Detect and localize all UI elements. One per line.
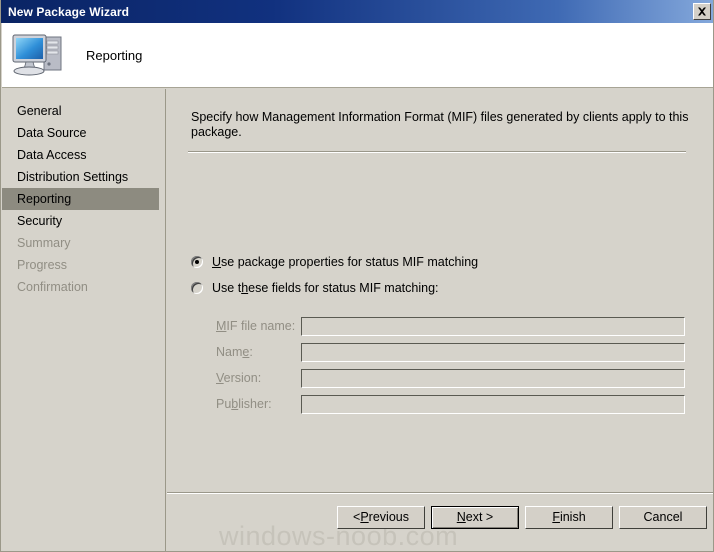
window-title: New Package Wizard	[8, 4, 130, 19]
close-x-icon	[697, 7, 707, 16]
radio-indicator-unselected	[191, 282, 203, 294]
field-row-version: Version:	[191, 368, 685, 388]
new-package-wizard-dialog: New Package Wizard Reporting General Dat…	[0, 0, 714, 552]
field-row-publisher: Publisher:	[191, 394, 685, 414]
content-divider	[188, 151, 686, 153]
radio-indicator-selected	[191, 256, 203, 268]
sidebar-item-data-access[interactable]: Data Access	[2, 144, 165, 166]
wizard-button-bar: < Previous Next > Finish Cancel	[167, 504, 713, 530]
radio-use-these-fields[interactable]: Use these fields for status MIF matching…	[191, 281, 439, 295]
next-button[interactable]: Next >	[431, 505, 519, 529]
sidebar-item-reporting[interactable]: Reporting	[2, 188, 159, 210]
version-label: Version:	[216, 371, 262, 385]
mif-file-name-input	[301, 316, 685, 336]
computer-monitor-icon	[10, 29, 68, 81]
cancel-button[interactable]: Cancel	[619, 505, 707, 529]
radio-dot-icon	[195, 260, 199, 264]
previous-button[interactable]: < Previous	[337, 505, 425, 529]
name-label: Name:	[216, 345, 253, 359]
radio-use-these-fields-label: Use these fields for status MIF matching…	[212, 281, 439, 295]
publisher-input	[301, 394, 685, 414]
instruction-text: Specify how Management Information Forma…	[191, 110, 689, 139]
publisher-label: Publisher:	[216, 397, 272, 411]
button-bar-divider	[167, 492, 713, 494]
close-button[interactable]	[693, 3, 711, 20]
radio-use-package-properties[interactable]: Use package properties for status MIF ma…	[191, 255, 478, 269]
wizard-header: Reporting	[2, 23, 713, 88]
sidebar-item-progress: Progress	[17, 258, 68, 272]
page-title: Reporting	[86, 47, 143, 63]
version-input	[301, 368, 685, 388]
mif-file-name-label: MIF file name:	[216, 319, 296, 333]
field-row-name: Name:	[191, 342, 685, 362]
sidebar-item-general[interactable]: General	[2, 100, 165, 122]
title-bar: New Package Wizard	[1, 0, 713, 23]
sidebar-item-distribution-settings[interactable]: Distribution Settings	[2, 166, 165, 188]
sidebar-item-data-source[interactable]: Data Source	[2, 122, 165, 144]
name-input	[301, 342, 685, 362]
sidebar-item-summary: Summary	[17, 236, 71, 250]
field-row-mif-file-name: MIF file name:	[191, 316, 685, 336]
wizard-content-panel: Specify how Management Information Forma…	[167, 89, 713, 551]
finish-button[interactable]: Finish	[525, 505, 613, 529]
radio-use-package-properties-label: Use package properties for status MIF ma…	[212, 255, 479, 269]
wizard-step-nav: General Data Source Data Access Distribu…	[2, 89, 166, 551]
sidebar-item-security[interactable]: Security	[2, 210, 165, 232]
sidebar-item-confirmation: Confirmation	[17, 280, 88, 294]
